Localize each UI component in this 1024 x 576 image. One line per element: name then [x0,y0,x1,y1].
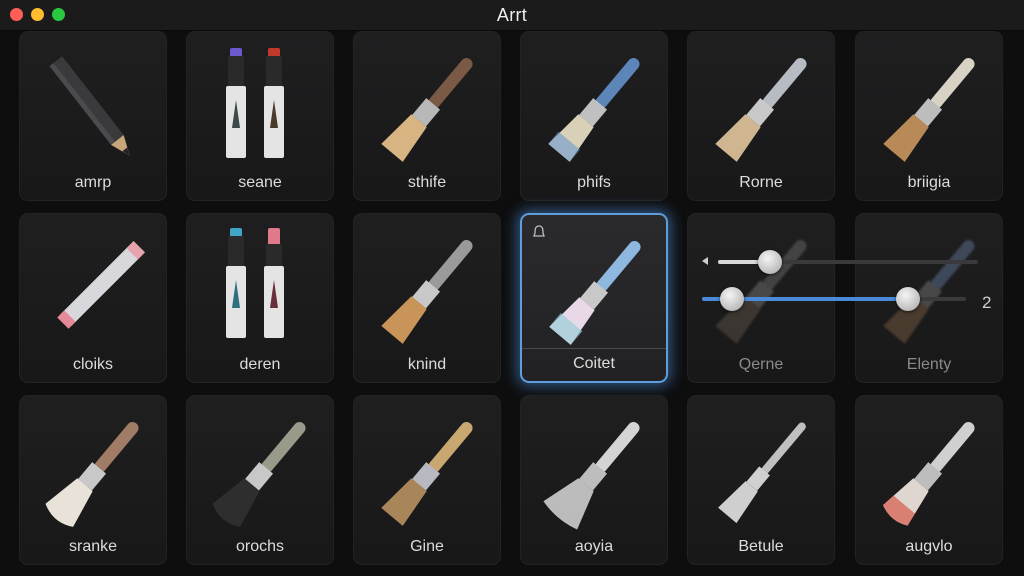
tile-label: augvlo [905,538,953,555]
tile-label: orochs [235,538,285,555]
size-slider-knob[interactable] [758,250,782,274]
tile-label: aoyia [574,538,614,555]
tile-label: briigia [907,174,951,191]
brush-icon [543,422,640,530]
brush-tile[interactable]: phifs [520,31,668,201]
brush-icon [381,240,473,344]
brush-tile[interactable]: Gine [353,395,501,565]
brush-icon [381,422,473,526]
arrow-left-icon [702,257,708,265]
brush-icon [212,422,306,527]
brush-tile-selected[interactable]: Coitet [520,213,668,383]
tile-label: Gine [410,538,444,555]
tile-label: sranke [68,538,118,555]
brush-icon [718,422,806,524]
tile-label: knind [407,356,447,373]
brush-tile[interactable]: seane [186,31,334,201]
tile-label: phifs [577,174,611,191]
tile-divider [522,348,666,349]
brush-tile[interactable]: deren [186,213,334,383]
opacity-slider-min-knob[interactable] [720,287,744,311]
brush-tile[interactable]: sthife [353,31,501,201]
tile-label: seane [238,174,282,191]
tile-label: cloiks [72,356,113,373]
markers-icon [226,48,284,158]
tile-label: Betule [738,538,784,555]
brush-icon [883,58,975,162]
tile-label: sthife [407,174,447,191]
pencil-icon [49,56,130,156]
tile-label: Coitet [573,355,615,372]
brush-tile[interactable]: augvlo [855,395,1003,565]
brush-tile[interactable]: briigia [855,31,1003,201]
brush-icon [715,58,807,162]
brush-tile[interactable]: Rorne [687,31,835,201]
pencil-icon [57,241,145,329]
brush-icon [549,241,641,345]
brush-icon [381,58,473,162]
brush-icon [883,422,975,526]
brush-tile[interactable]: sranke [19,395,167,565]
opacity-value: 2 [982,293,992,312]
brush-icon [45,422,139,527]
tile-label: amrp [74,174,112,191]
tile-label: Elenty [906,356,952,373]
brush-tile[interactable]: amrp [19,31,167,201]
tile-label: Rorne [739,174,783,191]
opacity-slider-knob[interactable] [896,287,920,311]
brush-tile[interactable]: cloiks [19,213,167,383]
brush-tile[interactable]: orochs [186,395,334,565]
brush-tile[interactable]: aoyia [520,395,668,565]
brush-tile[interactable]: knind [353,213,501,383]
markers-icon [226,228,284,338]
brush-icon [548,58,640,162]
tile-label: deren [239,356,281,373]
brush-settings-sliders: 2 [690,236,1010,326]
tile-label: Qerne [738,356,784,373]
brush-tile[interactable]: Betule [687,395,835,565]
